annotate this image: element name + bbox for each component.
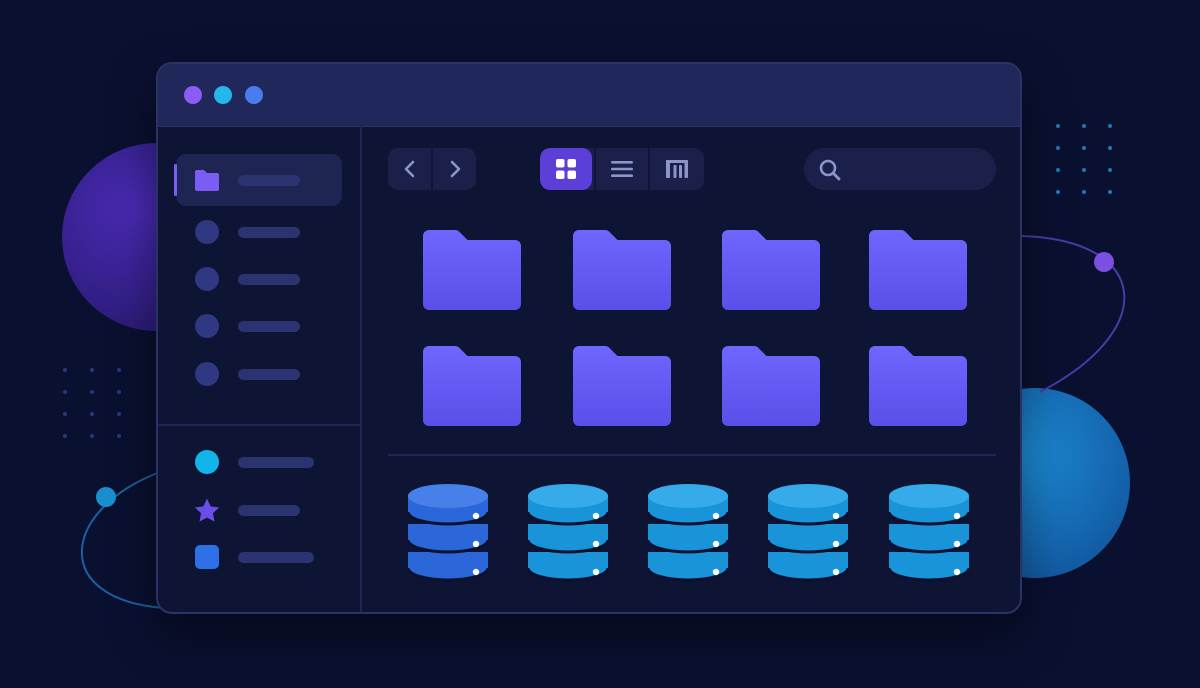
chevron-right-icon — [450, 160, 460, 178]
database-item[interactable] — [406, 482, 490, 582]
title-bar — [158, 64, 1020, 127]
database-item[interactable] — [887, 482, 971, 582]
folder-icon — [869, 229, 967, 310]
sidebar-item-label-placeholder — [238, 552, 314, 563]
sidebar-divider — [158, 424, 360, 426]
folder-item[interactable] — [722, 229, 820, 310]
sidebar-item-cyan[interactable] — [176, 436, 342, 488]
minimize-window-dot[interactable] — [214, 86, 232, 104]
sidebar-item[interactable] — [176, 300, 342, 352]
columns-view-icon — [666, 160, 688, 178]
content-divider — [388, 454, 996, 456]
search-icon — [819, 159, 841, 181]
database-icon — [406, 484, 490, 582]
folder-item[interactable] — [423, 345, 521, 426]
file-manager-window — [156, 62, 1022, 614]
search-field[interactable] — [804, 148, 996, 192]
sidebar-item-folders[interactable] — [174, 154, 342, 206]
chevron-left-icon — [404, 160, 414, 178]
database-item[interactable] — [766, 482, 850, 582]
orbit-node-left — [96, 487, 116, 507]
folder-icon — [195, 170, 219, 191]
folder-icon — [573, 345, 671, 426]
square-icon — [195, 545, 219, 569]
close-window-dot[interactable] — [184, 86, 202, 104]
dot-grid-left — [63, 368, 121, 438]
folder-item[interactable] — [423, 229, 521, 310]
navigation-buttons — [388, 148, 476, 190]
database-icon — [646, 484, 730, 582]
sidebar-item-starred[interactable] — [176, 484, 342, 536]
folder-icon — [423, 229, 521, 310]
database-icon — [887, 484, 971, 582]
folder-icon — [869, 345, 967, 426]
sidebar-item-label-placeholder — [238, 175, 300, 186]
orbit-arc-left — [80, 471, 166, 609]
circle-icon — [195, 267, 219, 291]
view-mode-toggle — [540, 148, 704, 190]
sidebar-item[interactable] — [176, 253, 342, 305]
columns-view-button[interactable] — [650, 148, 704, 190]
circle-icon — [195, 220, 219, 244]
list-view-button[interactable] — [596, 148, 648, 190]
forward-button[interactable] — [433, 148, 476, 190]
folder-item[interactable] — [573, 229, 671, 310]
list-view-icon — [611, 161, 633, 177]
grid-view-icon — [556, 159, 576, 179]
folder-icon — [573, 229, 671, 310]
circle-icon — [195, 314, 219, 338]
database-item[interactable] — [646, 482, 730, 582]
grid-view-button[interactable] — [540, 148, 592, 190]
sidebar-item-label-placeholder — [238, 227, 300, 238]
circle-icon — [195, 362, 219, 386]
maximize-window-dot[interactable] — [245, 86, 263, 104]
back-button[interactable] — [388, 148, 431, 190]
search-input[interactable] — [852, 148, 986, 192]
folder-item[interactable] — [722, 345, 820, 426]
sidebar-item[interactable] — [176, 206, 342, 258]
cyan-circle-icon — [195, 450, 219, 474]
database-icon — [526, 484, 610, 582]
folder-item[interactable] — [869, 345, 967, 426]
folder-icon — [423, 345, 521, 426]
sidebar-item-label-placeholder — [238, 369, 300, 380]
folder-item[interactable] — [869, 229, 967, 310]
sidebar-item[interactable] — [176, 348, 342, 400]
sidebar-item-label-placeholder — [238, 505, 300, 516]
sidebar-item-label-placeholder — [238, 457, 314, 468]
folder-item[interactable] — [573, 345, 671, 426]
sidebar-item-square[interactable] — [176, 531, 342, 583]
folder-icon — [722, 345, 820, 426]
orbit-node-right — [1094, 252, 1114, 272]
star-icon — [194, 498, 220, 522]
database-icon — [766, 484, 850, 582]
dot-grid-right — [1056, 124, 1112, 194]
folder-icon — [722, 229, 820, 310]
sidebar-item-label-placeholder — [238, 274, 300, 285]
sidebar-item-label-placeholder — [238, 321, 300, 332]
database-item[interactable] — [526, 482, 610, 582]
sidebar — [158, 126, 362, 612]
active-indicator — [174, 164, 177, 196]
